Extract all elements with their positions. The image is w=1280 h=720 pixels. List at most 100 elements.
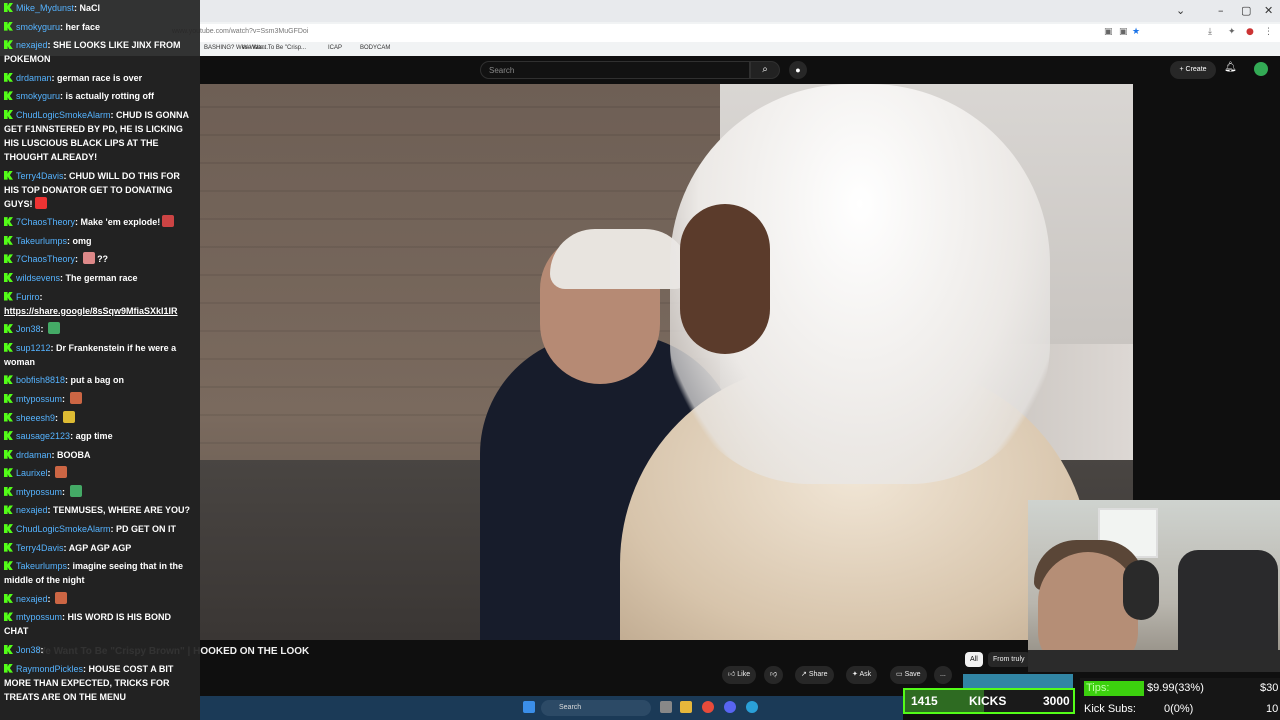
discord-icon[interactable] — [724, 701, 736, 713]
kick-badge-icon — [4, 324, 13, 334]
chat-message: mtypossum: — [4, 391, 196, 406]
chat-username[interactable]: bobfish8818 — [16, 375, 65, 385]
chat-username[interactable]: nexajed — [16, 505, 48, 515]
chat-message: sausage2123: agp time — [4, 429, 196, 443]
kick-badge-icon — [4, 542, 13, 552]
chat-username[interactable]: 7ChaosTheory — [16, 254, 75, 264]
maximize-icon[interactable]: ▢ — [1241, 4, 1251, 17]
menu-icon[interactable]: ⋮ — [1264, 27, 1273, 37]
search-button[interactable]: ⌕ — [750, 61, 780, 79]
screenshot-icon[interactable]: ▣ — [1119, 27, 1128, 37]
kick-badge-icon — [4, 235, 13, 245]
kick-badge-icon — [4, 524, 13, 534]
chat-username[interactable]: Terry4Davis — [16, 171, 64, 181]
chat-separator: : — [62, 486, 68, 497]
video-player[interactable] — [200, 84, 1133, 640]
chat-username[interactable]: sausage2123 — [16, 431, 70, 441]
create-button[interactable]: + Create — [1170, 61, 1216, 79]
chat-message: Mike_Mydunst: NaCl — [4, 1, 196, 15]
chat-username[interactable]: RaymondPickles — [16, 664, 83, 674]
subs-label: Kick Subs: — [1084, 703, 1136, 715]
voice-search-button[interactable]: ● — [789, 61, 807, 79]
chat-username[interactable]: drdaman — [16, 73, 52, 83]
dislike-button[interactable]: 👎︎ — [764, 666, 784, 684]
search-input[interactable]: Search — [480, 61, 750, 79]
chat-message: Takeurlumps: imagine seeing that in the … — [4, 559, 196, 587]
chat-text: AGP AGP AGP — [68, 542, 132, 553]
kick-badge-icon — [4, 342, 13, 352]
chat-text: BOOBA — [57, 449, 91, 460]
chat-username[interactable]: Terry4Davis — [16, 543, 64, 553]
chat-username[interactable]: sup1212 — [16, 343, 51, 353]
chat-username[interactable]: smokyguru — [16, 91, 60, 101]
tab-list-icon[interactable]: ⌄ — [1176, 4, 1185, 17]
chat-emote-icon — [69, 391, 82, 404]
chat-message: ChudLogicSmokeAlarm: PD GET ON IT — [4, 522, 196, 536]
alert-marquee — [963, 674, 1073, 688]
minimize-icon[interactable]: – — [1218, 4, 1224, 17]
more-actions-button[interactable]: ... — [934, 666, 952, 684]
chip-from-channel[interactable]: From truly — [988, 652, 1030, 667]
extensions-icon[interactable]: ✦ — [1228, 27, 1236, 37]
like-button[interactable]: 👍︎ Like — [722, 666, 757, 684]
app-icon[interactable] — [746, 701, 758, 713]
chat-username[interactable]: Laurixel — [16, 468, 48, 478]
chat-username[interactable]: ChudLogicSmokeAlarm — [16, 110, 111, 120]
chat-username[interactable]: mtypossum — [16, 612, 62, 622]
chat-username[interactable]: mtypossum — [16, 487, 62, 497]
file-explorer-icon[interactable] — [680, 701, 692, 713]
chat-username[interactable]: sheeesh9 — [16, 413, 55, 423]
start-icon[interactable] — [523, 701, 535, 713]
address-bar[interactable] — [200, 24, 1280, 42]
notifications-bell-icon[interactable]: 🔔︎ — [1224, 62, 1237, 73]
chat-separator: : — [47, 468, 54, 479]
save-button[interactable]: ▭ Save — [890, 666, 927, 684]
chat-username[interactable]: Furiro — [16, 292, 40, 302]
bookmark-star-icon[interactable]: ★ — [1132, 27, 1140, 37]
download-icon[interactable]: ⤓ — [1208, 27, 1212, 37]
kicks-goal-widget: 1415 KICKS 3000 — [903, 688, 1075, 714]
chat-username[interactable]: nexajed — [16, 40, 48, 50]
bookmark-bodycam[interactable]: BODYCAM — [360, 45, 390, 51]
chat-username[interactable]: Takeurlumps — [16, 236, 67, 246]
chat-message: Jon38: — [4, 322, 196, 336]
chat-username[interactable]: ChudLogicSmokeAlarm — [16, 524, 111, 534]
chat-username[interactable]: Jon38 — [16, 324, 41, 334]
chat-username[interactable]: Jon38 — [16, 645, 41, 655]
chat-link[interactable]: https://share.google/8sSqw9MfiaSXkI1IR — [4, 306, 178, 316]
taskbar-search[interactable]: Search — [541, 700, 651, 716]
account-avatar[interactable] — [1254, 62, 1268, 76]
share-button[interactable]: ↗ Share — [795, 666, 834, 684]
chat-separator: : — [39, 291, 43, 302]
chat-username[interactable]: drdaman — [16, 450, 52, 460]
tips-label: Tips: — [1086, 682, 1110, 694]
chat-separator: : — [40, 645, 44, 656]
chat-username[interactable]: nexajed — [16, 594, 48, 604]
bookmark-icap[interactable]: ICAP — [328, 45, 342, 51]
bookmark-crispy[interactable]: We Want To Be "Crisp... — [242, 45, 306, 51]
ask-label: Ask — [859, 671, 872, 678]
close-icon[interactable]: ✕ — [1264, 4, 1273, 17]
mic-icon: ● — [795, 65, 801, 75]
chrome-icon[interactable] — [702, 701, 714, 713]
chat-username[interactable]: 7ChaosTheory — [16, 217, 75, 227]
chat-message: nexajed: — [4, 591, 196, 606]
chat-message: 7ChaosTheory: Make 'em explode! — [4, 215, 196, 229]
chat-username[interactable]: Takeurlumps — [16, 561, 67, 571]
profile-icon[interactable]: ● — [1246, 27, 1254, 37]
chat-username[interactable]: Mike_Mydunst — [16, 3, 74, 13]
chat-emote-icon — [48, 322, 61, 335]
chat-emote-icon — [82, 252, 95, 265]
chat-username[interactable]: mtypossum — [16, 394, 62, 404]
search-icon: ⌕ — [762, 64, 768, 75]
chat-username[interactable]: wildsevens — [16, 273, 60, 283]
kicks-label: KICKS — [969, 694, 1007, 708]
chat-text: agp time — [75, 431, 113, 442]
kick-badge-icon — [4, 612, 13, 622]
chip-all[interactable]: All — [965, 652, 983, 667]
task-view-icon[interactable] — [660, 701, 672, 713]
kick-badge-icon — [4, 412, 13, 422]
ask-button[interactable]: ✦ Ask — [846, 666, 878, 684]
chat-username[interactable]: smokyguru — [16, 22, 60, 32]
extension-icon[interactable]: ▣ — [1104, 27, 1113, 37]
